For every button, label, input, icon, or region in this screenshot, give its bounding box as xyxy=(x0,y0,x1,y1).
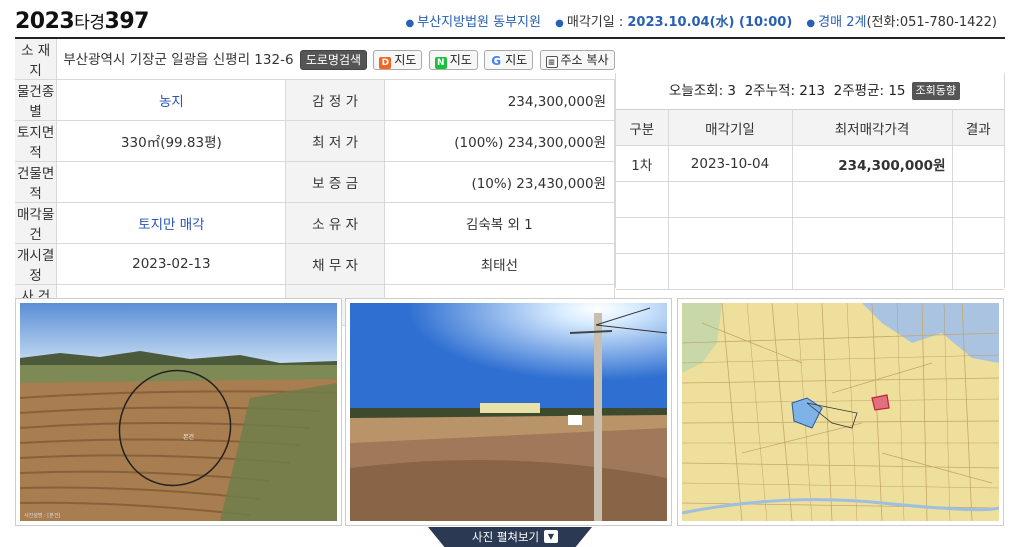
court-name[interactable]: 부산지방법원 동부지원 xyxy=(417,15,541,30)
daum-logo-icon: D xyxy=(379,57,392,69)
info-table: 소 재 지 부산광역시 기장군 일광읍 신평리 132-6 도로명검색 D 지도 … xyxy=(15,39,616,326)
daum-map-button[interactable]: D 지도 xyxy=(373,50,423,70)
column-header: 구분 xyxy=(616,109,669,146)
start-decision-value: 2023-02-13 xyxy=(56,243,287,285)
property-photo-2[interactable] xyxy=(345,298,672,526)
view-trend-button[interactable]: 조회동향 xyxy=(911,82,960,100)
sale-date: 2023.10.04(水) (10:00) xyxy=(627,15,793,30)
result-cell xyxy=(952,145,1004,182)
view-stats: 오늘조회: 3 2주누적: 213 2주평균: 15 조회동향 xyxy=(616,73,1004,109)
road-name-search-button[interactable]: 도로명검색 xyxy=(299,50,368,70)
case-header: 2023타경397 ● 부산지방법원 동부지원 ● 매각기일 : 2023.10.0… xyxy=(15,8,1005,36)
debtor-value: 최태선 xyxy=(384,243,616,285)
round-cell: 1차 xyxy=(616,145,669,182)
field-label: 매각물건 xyxy=(15,202,58,244)
farmland-photo: 본건 사진설명 : [본건] xyxy=(20,303,337,521)
field-label: 보 증 금 xyxy=(285,161,385,203)
google-logo-icon: G xyxy=(490,54,503,68)
deposit-value: (10%) 23,430,000원 xyxy=(384,161,616,203)
google-map-button[interactable]: G 지도 xyxy=(484,50,534,70)
property-map[interactable] xyxy=(677,298,1004,526)
field-label: 최 저 가 xyxy=(285,120,385,162)
item-type-value: 농지 xyxy=(56,79,287,121)
phone: (전화:051-780-1422) xyxy=(866,15,997,30)
case-number: 2023타경397 xyxy=(15,9,149,34)
chevron-down-icon: ▼ xyxy=(544,530,558,543)
minimum-price-value: (100%) 234,300,000원 xyxy=(384,120,616,162)
street-view-photo xyxy=(350,303,667,521)
building-area-value xyxy=(56,161,287,203)
table-row xyxy=(616,217,1004,254)
copy-icon: ≡ xyxy=(545,56,558,68)
date-cell: 2023-10-04 xyxy=(668,145,793,182)
field-label: 건물면적 xyxy=(15,161,58,203)
address-label: 소 재 지 xyxy=(15,39,58,80)
field-label: 개시결정 xyxy=(15,243,58,285)
appraisal-value: 234,300,000원 xyxy=(384,79,616,121)
column-header: 매각기일 xyxy=(668,109,793,146)
column-header: 최저매각가격 xyxy=(792,109,953,146)
auction-history-panel: 오늘조회: 3 2주누적: 213 2주평균: 15 조회동향 구분 매각기일 최… xyxy=(615,73,1005,290)
svg-text:사진설명 : [본건]: 사진설명 : [본건] xyxy=(24,512,60,519)
field-label: 채 무 자 xyxy=(285,243,385,285)
table-row xyxy=(616,253,1004,290)
copy-address-button[interactable]: ≡ 주소 복사 xyxy=(539,50,615,70)
field-label: 소 유 자 xyxy=(285,202,385,244)
table-row: 1차 2023-10-04 234,300,000원 xyxy=(616,145,1004,182)
land-area-value: 330㎡(99.83평) xyxy=(56,120,287,162)
sale-item-value: 토지만 매각 xyxy=(56,202,287,244)
address-value: 부산광역시 기장군 일광읍 신평리 132-6 xyxy=(63,52,294,68)
table-row xyxy=(616,181,1004,218)
field-label: 감 정 가 xyxy=(285,79,385,121)
naver-logo-icon: N xyxy=(434,57,447,69)
svg-text:본건: 본건 xyxy=(183,433,194,441)
price-cell: 234,300,000원 xyxy=(792,145,953,182)
bid-history-table: 구분 매각기일 최저매각가격 결과 1차 2023-10-04 234,300,… xyxy=(616,109,1004,290)
cadastral-map xyxy=(682,303,999,521)
column-header: 결과 xyxy=(952,109,1004,146)
owner-value: 김숙복 외 1 xyxy=(384,202,616,244)
expand-photos-button[interactable]: 사진 펼쳐보기 ▼ xyxy=(428,527,592,547)
court-info: ● 부산지방법원 동부지원 ● 매각기일 : 2023.10.04(水) (10:0… xyxy=(405,15,997,30)
address-row: 부산광역시 기장군 일광읍 신평리 132-6 도로명검색 D 지도 N 지도 G지… xyxy=(56,39,615,80)
property-photo-1[interactable]: 본건 사진설명 : [본건] xyxy=(15,298,342,526)
field-label: 물건종별 xyxy=(15,79,58,121)
division[interactable]: 경매 2계 xyxy=(818,15,866,30)
field-label: 토지면적 xyxy=(15,120,58,162)
naver-map-button[interactable]: N 지도 xyxy=(428,50,478,70)
